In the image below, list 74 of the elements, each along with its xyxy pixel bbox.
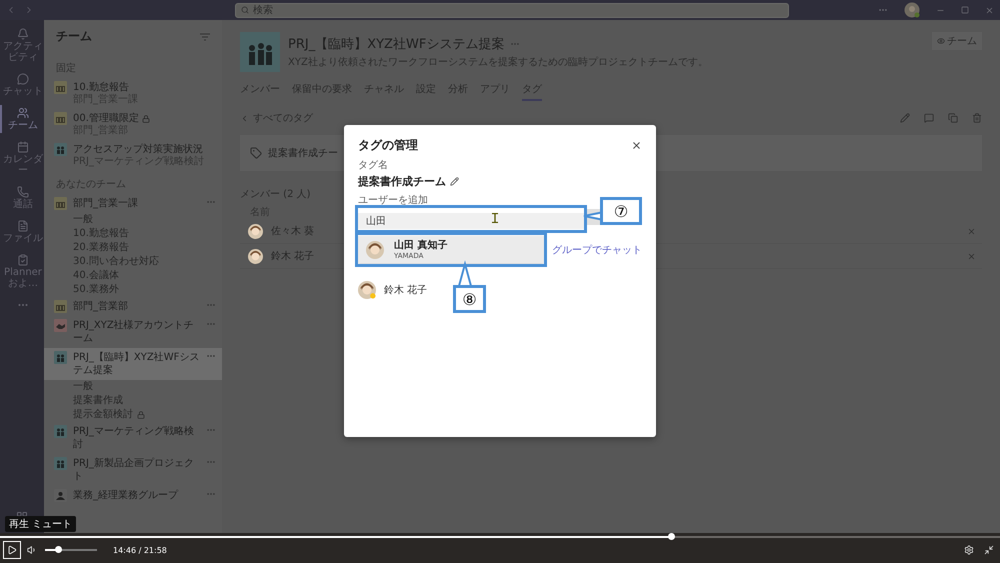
team-item[interactable]: 部門_営業一課: [44, 194, 222, 213]
text-cursor-icon: [492, 213, 498, 223]
tag-icon: [250, 147, 262, 159]
callout-label: ⑦: [600, 197, 642, 225]
dialog-title: タグの管理: [358, 137, 418, 154]
lock-icon: [137, 411, 145, 419]
calendar-icon: [17, 141, 29, 153]
member-name: 鈴木 花子: [384, 284, 428, 297]
building-icon: [54, 81, 67, 94]
suggestion-name: 山田 真知子: [394, 240, 448, 252]
maximize-icon[interactable]: [961, 6, 969, 14]
building-icon: [54, 112, 67, 125]
panel-title: チーム: [56, 28, 92, 45]
user-input-field[interactable]: 山田: [358, 213, 584, 229]
team-name: 部門_営業一課: [73, 197, 138, 210]
chevron-icon: [240, 114, 249, 122]
team-item[interactable]: 部門_営業部: [44, 297, 222, 316]
building-icon: [54, 300, 67, 313]
filter-icon[interactable]: [200, 32, 210, 40]
team-name: PRJ_XYZ社様アカウントチーム: [73, 319, 195, 345]
chat-icon: [17, 73, 29, 85]
play-button[interactable]: [3, 541, 21, 559]
team-name: 部門_営業部: [73, 300, 128, 313]
team-name: PRJ_マーケティング戦略検討: [73, 425, 195, 451]
calls-icon: [17, 186, 29, 198]
team-item[interactable]: PRJ_XYZ社様アカウントチーム: [44, 316, 222, 348]
team-name: PRJ_新製品企画プロジェクト: [73, 457, 195, 483]
remove-icon[interactable]: [967, 252, 976, 260]
team-name: 10.勤怠報告: [73, 81, 129, 94]
files-icon: [17, 220, 29, 232]
tag-name: 提案書作成チー: [268, 146, 338, 160]
eye-icon: [937, 37, 945, 45]
people-icon: [54, 143, 67, 156]
exit-fullscreen-icon[interactable]: [984, 545, 994, 555]
team-item[interactable]: PRJ_【臨時】XYZ社WFシステム提案: [44, 348, 222, 380]
avatar: [248, 248, 263, 264]
add-user-label: ユーザーを追加: [358, 194, 429, 207]
people-icon: [54, 489, 67, 502]
avatar-icon[interactable]: [904, 2, 920, 18]
team-name: アクセスアップ対策実施状況: [73, 143, 203, 156]
chat-icon[interactable]: [924, 113, 934, 123]
play-icon: [7, 545, 17, 555]
tag-name-label: タグ名: [358, 159, 389, 172]
avatar: [366, 240, 384, 258]
people-icon: [54, 351, 67, 364]
activity-icon: [17, 28, 29, 40]
group-chat-link[interactable]: グループでチャット: [552, 242, 642, 256]
tag-name: 提案書作成チーム: [358, 174, 446, 189]
team-name: 00.管理職限定: [73, 112, 139, 124]
building-icon: [54, 197, 67, 210]
team-logo-drawing: [240, 32, 280, 72]
team-item[interactable]: PRJ_新製品企画プロジェクト: [44, 454, 222, 486]
rail-label: チーム: [7, 120, 39, 131]
close-icon[interactable]: [631, 140, 642, 151]
team-name: 業務_経理業務グループ: [73, 489, 178, 502]
handshake-icon: [54, 319, 67, 332]
planner-icon: [17, 254, 29, 266]
settings-icon[interactable]: [964, 545, 974, 555]
teams-icon: [17, 107, 29, 119]
time-display: 14:46 / 21:58: [113, 546, 167, 554]
remove-icon[interactable]: [967, 226, 976, 236]
team-item[interactable]: 業務_経理業務グループ: [44, 486, 222, 505]
team-item[interactable]: PRJ_マーケティング戦略検討: [44, 422, 222, 454]
pencil-icon[interactable]: [450, 177, 459, 186]
tooltip: 再生 ミュート: [5, 516, 76, 532]
people-icon: [54, 457, 67, 470]
avatar: [358, 281, 376, 299]
team-name: PRJ_【臨時】XYZ社WFシステム提案: [73, 351, 200, 377]
volume-icon[interactable]: [27, 545, 37, 555]
copy-icon[interactable]: [948, 113, 958, 123]
avatar: [248, 224, 263, 238]
people-icon: [54, 425, 67, 438]
trash-icon[interactable]: [972, 113, 982, 123]
search-icon: [241, 6, 249, 14]
